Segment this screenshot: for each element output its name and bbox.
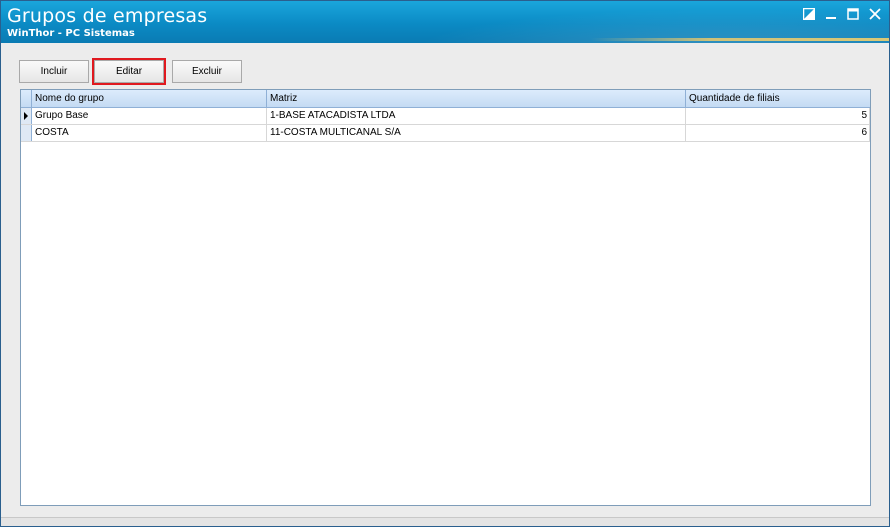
title-accent-line — [591, 38, 889, 41]
grupos-grid: Nome do grupo Matriz Quantidade de filia… — [20, 89, 871, 506]
grid-header: Nome do grupo Matriz Quantidade de filia… — [21, 90, 870, 108]
current-row-arrow-icon — [24, 112, 28, 120]
table-row[interactable]: COSTA 11-COSTA MULTICANAL S/A 6 — [21, 125, 870, 142]
cell-nome[interactable]: COSTA — [32, 125, 267, 141]
cell-quantidade[interactable]: 5 — [686, 108, 870, 124]
restore-icon[interactable] — [801, 6, 817, 22]
column-header-quantidade[interactable]: Quantidade de filiais — [686, 90, 870, 107]
column-header-nome[interactable]: Nome do grupo — [32, 90, 267, 107]
editar-button[interactable]: Editar — [92, 58, 166, 85]
row-indicator — [21, 125, 32, 141]
cell-quantidade[interactable]: 6 — [686, 125, 870, 141]
cell-nome[interactable]: Grupo Base — [32, 108, 267, 124]
table-row[interactable]: Grupo Base 1-BASE ATACADISTA LTDA 5 — [21, 108, 870, 125]
maximize-icon[interactable] — [845, 6, 861, 22]
excluir-button[interactable]: Excluir — [172, 60, 242, 83]
window-title: Grupos de empresas — [7, 5, 208, 27]
close-icon[interactable] — [867, 6, 883, 22]
row-indicator — [21, 108, 32, 124]
incluir-button[interactable]: Incluir — [19, 60, 89, 83]
grid-rows: Grupo Base 1-BASE ATACADISTA LTDA 5 COST… — [21, 108, 870, 142]
column-header-matriz[interactable]: Matriz — [267, 90, 686, 107]
minimize-icon[interactable] — [823, 6, 839, 22]
window-subtitle: WinThor - PC Sistemas — [7, 28, 135, 39]
cell-matriz[interactable]: 1-BASE ATACADISTA LTDA — [267, 108, 686, 124]
title-bar[interactable]: Grupos de empresas WinThor - PC Sistemas — [1, 1, 889, 43]
status-strip — [1, 517, 889, 526]
window-controls — [801, 6, 883, 22]
header-indicator — [21, 90, 32, 107]
toolbar: Incluir Editar Excluir — [19, 58, 242, 85]
app-window: Grupos de empresas WinThor - PC Sistemas… — [0, 0, 890, 527]
cell-matriz[interactable]: 11-COSTA MULTICANAL S/A — [267, 125, 686, 141]
